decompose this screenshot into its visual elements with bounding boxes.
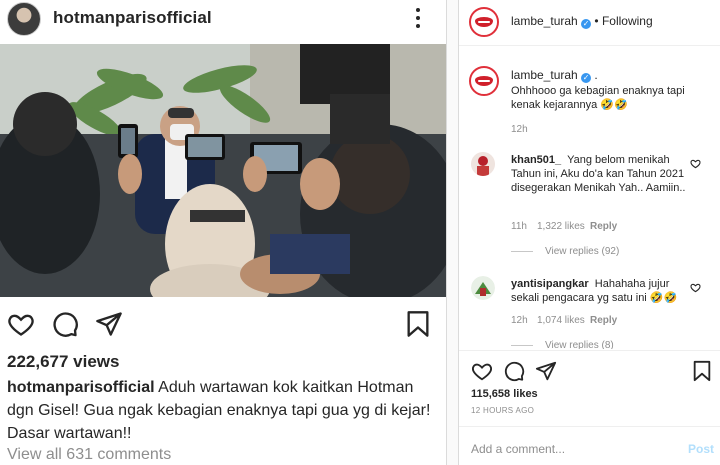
- comment-time: 12h: [511, 315, 528, 326]
- avatar[interactable]: [7, 2, 41, 36]
- caption-author-username[interactable]: lambe_turah: [511, 68, 578, 82]
- small-heart-icon[interactable]: [690, 282, 701, 293]
- post-author-username[interactable]: hotmanparisofficial: [53, 8, 212, 28]
- right-header: lambe_turah ✓ • Following: [459, 0, 720, 46]
- reply-link[interactable]: Reply: [590, 221, 617, 232]
- following-label[interactable]: • Following: [594, 14, 652, 28]
- avatar[interactable]: [471, 152, 495, 176]
- comment-username[interactable]: yantisipangkar: [511, 278, 589, 290]
- view-all-comments-link[interactable]: View all 631 comments: [7, 446, 171, 464]
- view-replies-label: View replies (8): [545, 340, 614, 349]
- lips-logo-icon: [475, 76, 493, 86]
- avatar[interactable]: [469, 66, 499, 96]
- bookmark-icon[interactable]: [691, 360, 713, 382]
- view-count: 222,677 views: [7, 352, 120, 371]
- header-username[interactable]: lambe_turah: [511, 14, 578, 28]
- left-post-header: hotmanparisofficial: [0, 0, 446, 44]
- add-comment-input[interactable]: Add a comment...: [471, 442, 565, 456]
- thread-line: [511, 251, 533, 252]
- share-icon[interactable]: [95, 310, 123, 338]
- instagram-collage: hotmanparisofficial 222,677 views hotman…: [0, 0, 720, 465]
- comment-time: 11h: [511, 221, 527, 232]
- verified-icon: ✓: [581, 73, 592, 83]
- more-icon[interactable]: [412, 6, 424, 30]
- view-replies-link[interactable]: View replies (92): [511, 246, 619, 257]
- avatar[interactable]: [469, 7, 499, 37]
- header-username-line: lambe_turah ✓ • Following: [511, 14, 653, 29]
- avatar-image: [471, 152, 495, 176]
- reply-link[interactable]: Reply: [590, 315, 617, 326]
- comment-likes[interactable]: 1,074 likes: [537, 315, 585, 326]
- heart-icon[interactable]: [7, 310, 35, 338]
- comment-icon[interactable]: [51, 310, 79, 338]
- post-actions: [0, 300, 446, 346]
- caption-author-line: lambe_turah ✓ .: [511, 68, 598, 83]
- thread-line: [511, 345, 533, 346]
- left-post-screenshot: hotmanparisofficial 222,677 views hotman…: [0, 0, 447, 465]
- divider: [459, 350, 720, 351]
- caption-username[interactable]: hotmanparisofficial: [7, 379, 155, 396]
- comment-likes[interactable]: 1,322 likes: [537, 221, 585, 232]
- small-heart-icon[interactable]: [690, 158, 701, 169]
- comment-body: yantisipangkar Hahahaha jujur sekali pen…: [511, 277, 691, 305]
- comment-username[interactable]: khan501_: [511, 154, 561, 166]
- post-timestamp: 12 HOURS AGO: [471, 406, 535, 415]
- add-comment-bar: Add a comment... Post: [459, 426, 720, 465]
- post-button[interactable]: Post: [688, 442, 714, 456]
- heart-icon[interactable]: [471, 360, 493, 382]
- comment-body: khan501_ Yang belom menikah Tahun ini, A…: [511, 153, 691, 195]
- post-video[interactable]: [0, 44, 446, 297]
- avatar-image: [471, 276, 495, 300]
- verified-icon: ✓: [581, 19, 592, 29]
- comment-icon[interactable]: [503, 360, 525, 382]
- avatar[interactable]: [471, 276, 495, 300]
- lips-logo-icon: [475, 17, 493, 27]
- caption-text: Ohhhooo ga kebagian enaknya tapi kenak k…: [511, 85, 685, 111]
- bookmark-icon[interactable]: [404, 310, 432, 338]
- post-caption: hotmanparisofficial Aduh wartawan kok ka…: [7, 376, 443, 445]
- like-count[interactable]: 115,658 likes: [471, 388, 538, 400]
- caption-time: 12h: [511, 124, 528, 135]
- caption-dot: .: [594, 68, 598, 82]
- right-comments-screenshot: lambe_turah ✓ • Following lambe_turah ✓ …: [458, 0, 720, 465]
- video-frame-image: [0, 44, 446, 297]
- view-replies-label: View replies (92): [545, 246, 620, 257]
- view-replies-link[interactable]: View replies (8): [511, 340, 614, 349]
- share-icon[interactable]: [535, 360, 557, 382]
